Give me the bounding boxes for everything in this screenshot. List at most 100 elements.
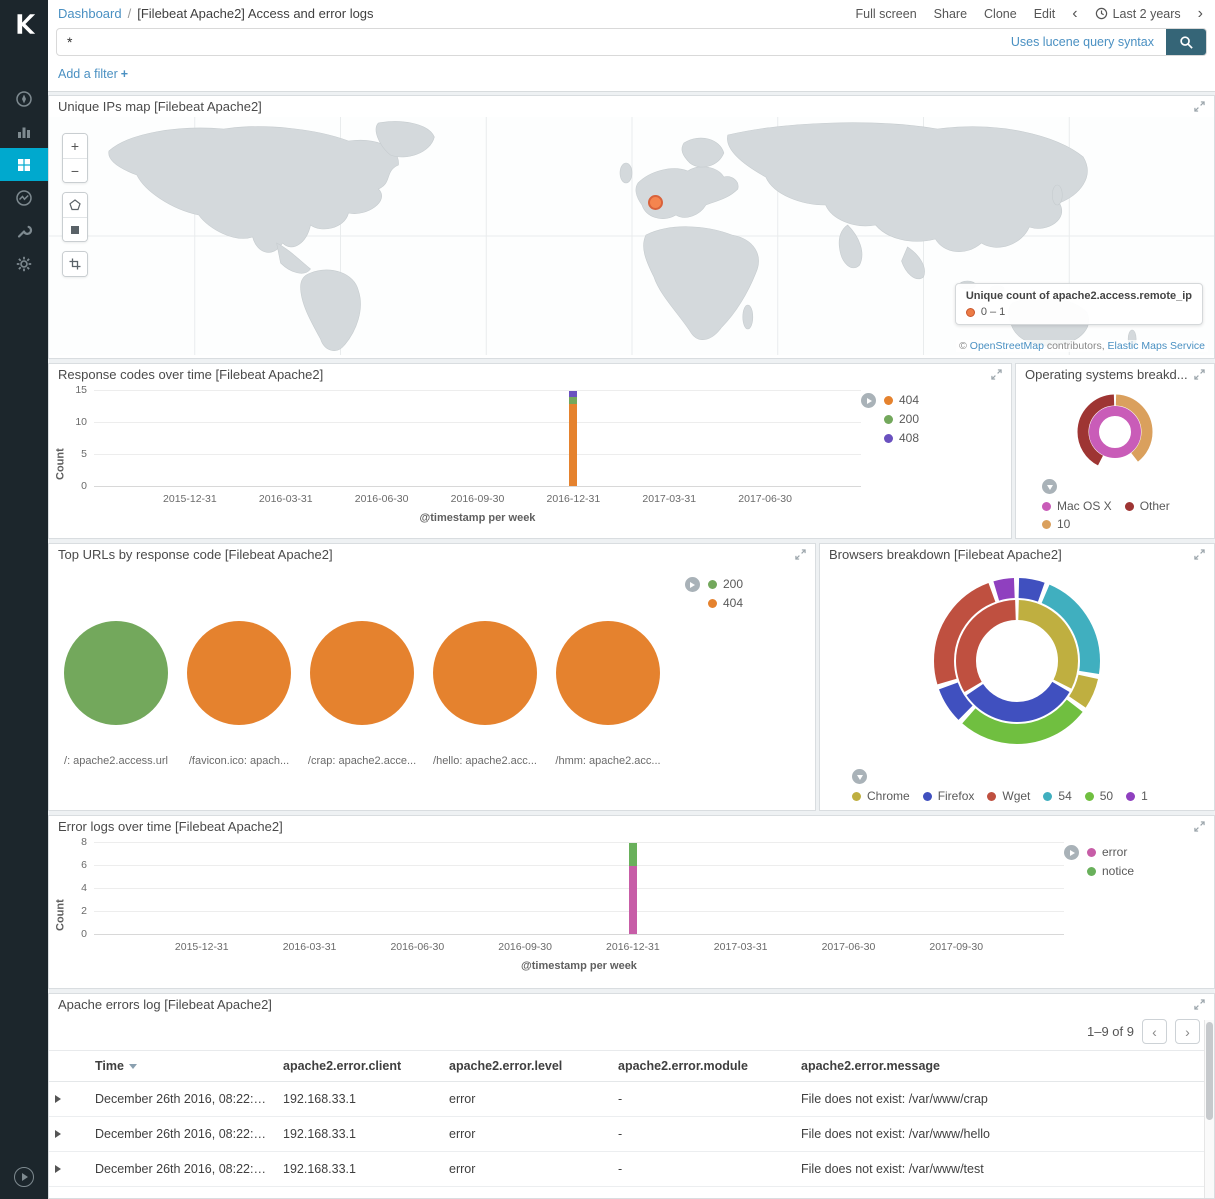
sidebar-item-visualize[interactable] xyxy=(0,115,48,148)
legend-item[interactable]: 408 xyxy=(884,431,919,445)
legend-toggle-button[interactable] xyxy=(861,393,876,408)
legend-item[interactable]: 10 xyxy=(1042,517,1070,531)
legend-item[interactable]: Other xyxy=(1125,499,1170,513)
legend-dot xyxy=(708,580,717,589)
next-page-button[interactable]: › xyxy=(1175,1019,1200,1044)
sidebar-item-timelion[interactable] xyxy=(0,181,48,214)
timelion-icon xyxy=(15,189,33,207)
expand-panel-icon[interactable] xyxy=(795,549,806,560)
edit-button[interactable]: Edit xyxy=(1034,7,1056,21)
breadcrumb-dashboard-link[interactable]: Dashboard xyxy=(58,6,122,21)
lucene-syntax-link[interactable]: Uses lucene query syntax xyxy=(1011,35,1154,49)
legend-toggle-button[interactable] xyxy=(1042,479,1057,494)
scrollbar-thumb[interactable] xyxy=(1206,1022,1213,1120)
legend-item[interactable]: 54 xyxy=(1043,789,1071,803)
row-expander-cell[interactable] xyxy=(49,1152,89,1187)
fit-bounds-tool[interactable] xyxy=(63,252,87,276)
expand-panel-icon[interactable] xyxy=(1194,369,1205,380)
legend-item[interactable]: 200 xyxy=(884,412,919,426)
zoom-in-button[interactable]: + xyxy=(63,134,87,158)
openstreetmap-link[interactable]: OpenStreetMap xyxy=(970,340,1044,352)
legend-item[interactable]: Mac OS X xyxy=(1042,499,1112,513)
expand-panel-icon[interactable] xyxy=(991,369,1002,380)
expand-panel-icon[interactable] xyxy=(1194,549,1205,560)
cell-level: error xyxy=(443,1152,612,1187)
expand-panel-icon[interactable] xyxy=(1194,101,1205,112)
column-header-message[interactable]: apache2.error.message xyxy=(795,1051,1214,1082)
time-step-forward-button[interactable]: › xyxy=(1198,6,1203,22)
legend-label: Mac OS X xyxy=(1057,499,1112,513)
legend-item[interactable]: 404 xyxy=(708,596,743,610)
legend-toggle-button[interactable] xyxy=(1064,845,1079,860)
add-filter-link[interactable]: Add a filter+ xyxy=(58,67,128,81)
legend-item[interactable]: Chrome xyxy=(852,789,910,803)
pie-slice[interactable] xyxy=(310,621,414,725)
column-header-client[interactable]: apache2.error.client xyxy=(277,1051,443,1082)
query-input[interactable] xyxy=(57,34,1011,50)
chart-legend: 404 200 408 xyxy=(861,391,1003,538)
legend-item[interactable]: Firefox xyxy=(923,789,975,803)
expand-panel-icon[interactable] xyxy=(1194,999,1205,1010)
cell-message: File does not exist: /var/www/crap xyxy=(795,1082,1214,1117)
cell-module: - xyxy=(612,1152,795,1187)
y-tick-label: 8 xyxy=(81,836,87,848)
chevron-right-icon xyxy=(1070,850,1075,856)
expand-row-icon[interactable] xyxy=(55,1130,61,1138)
row-expander-cell[interactable] xyxy=(49,1187,89,1199)
legend-item[interactable]: 1 xyxy=(1126,789,1148,803)
legend-item[interactable]: 404 xyxy=(884,393,919,407)
legend-item[interactable]: error xyxy=(1087,845,1134,859)
legend-item[interactable]: notice xyxy=(1087,864,1134,878)
legend-toggle-button[interactable] xyxy=(685,577,700,592)
zoom-out-button[interactable]: − xyxy=(63,158,87,182)
panel-apache-errors-table: Apache errors log [Filebeat Apache2] 1–9… xyxy=(48,993,1215,1199)
column-header-time[interactable]: Time xyxy=(89,1051,277,1082)
column-header-module[interactable]: apache2.error.module xyxy=(612,1051,795,1082)
pie-slice[interactable] xyxy=(187,621,291,725)
legend-item[interactable]: Wget xyxy=(987,789,1030,803)
map-canvas[interactable]: + − Unique count of apache2.a xyxy=(49,117,1214,355)
pie-slice[interactable] xyxy=(433,621,537,725)
prev-page-button[interactable]: ‹ xyxy=(1142,1019,1167,1044)
breadcrumb-current: [Filebeat Apache2] Access and error logs xyxy=(137,6,373,21)
clone-button[interactable]: Clone xyxy=(984,7,1017,21)
stacked-bar[interactable] xyxy=(629,843,637,935)
breadcrumb-separator: / xyxy=(128,6,132,21)
search-button[interactable] xyxy=(1166,28,1206,56)
sidebar-item-management[interactable] xyxy=(0,247,48,280)
timepicker-button[interactable]: Last 2 years xyxy=(1095,7,1181,21)
polygon-select-tool[interactable] xyxy=(63,193,87,217)
sidebar-item-dashboard[interactable] xyxy=(0,148,48,181)
table-scrollbar[interactable] xyxy=(1204,1020,1214,1198)
kibana-logo[interactable] xyxy=(0,0,48,48)
pie-slice[interactable] xyxy=(556,621,660,725)
panel-title: Error logs over time [Filebeat Apache2] xyxy=(58,819,283,834)
y-tick-label: 0 xyxy=(81,928,87,940)
donut-segment[interactable] xyxy=(1094,411,1136,453)
expand-panel-icon[interactable] xyxy=(1194,821,1205,832)
row-expander-cell[interactable] xyxy=(49,1117,89,1152)
legend-toggle-button[interactable] xyxy=(852,769,867,784)
legend-item[interactable]: 200 xyxy=(708,577,743,591)
elastic-maps-service-link[interactable]: Elastic Maps Service xyxy=(1108,340,1205,352)
row-expander-cell[interactable] xyxy=(49,1082,89,1117)
pie-slice[interactable] xyxy=(64,621,168,725)
full-screen-button[interactable]: Full screen xyxy=(856,7,917,21)
collapse-nav-button[interactable] xyxy=(14,1167,34,1187)
sidebar-item-discover[interactable] xyxy=(0,82,48,115)
grid-line xyxy=(94,911,1064,912)
panel-response-codes: Response codes over time [Filebeat Apach… xyxy=(48,363,1012,539)
legend-item[interactable]: 50 xyxy=(1085,789,1113,803)
stacked-bar[interactable] xyxy=(569,391,577,487)
legend-label: Firefox xyxy=(938,789,975,803)
rectangle-select-tool[interactable] xyxy=(63,217,87,241)
map-marker[interactable] xyxy=(648,195,663,210)
share-button[interactable]: Share xyxy=(934,7,967,21)
time-step-back-button[interactable]: ‹ xyxy=(1072,6,1077,22)
sidebar-item-dev-tools[interactable] xyxy=(0,214,48,247)
map-legend-title: Unique count of apache2.access.remote_ip xyxy=(966,290,1192,302)
legend-dot xyxy=(1042,502,1051,511)
expand-row-icon[interactable] xyxy=(55,1095,61,1103)
expand-row-icon[interactable] xyxy=(55,1165,61,1173)
column-header-level[interactable]: apache2.error.level xyxy=(443,1051,612,1082)
